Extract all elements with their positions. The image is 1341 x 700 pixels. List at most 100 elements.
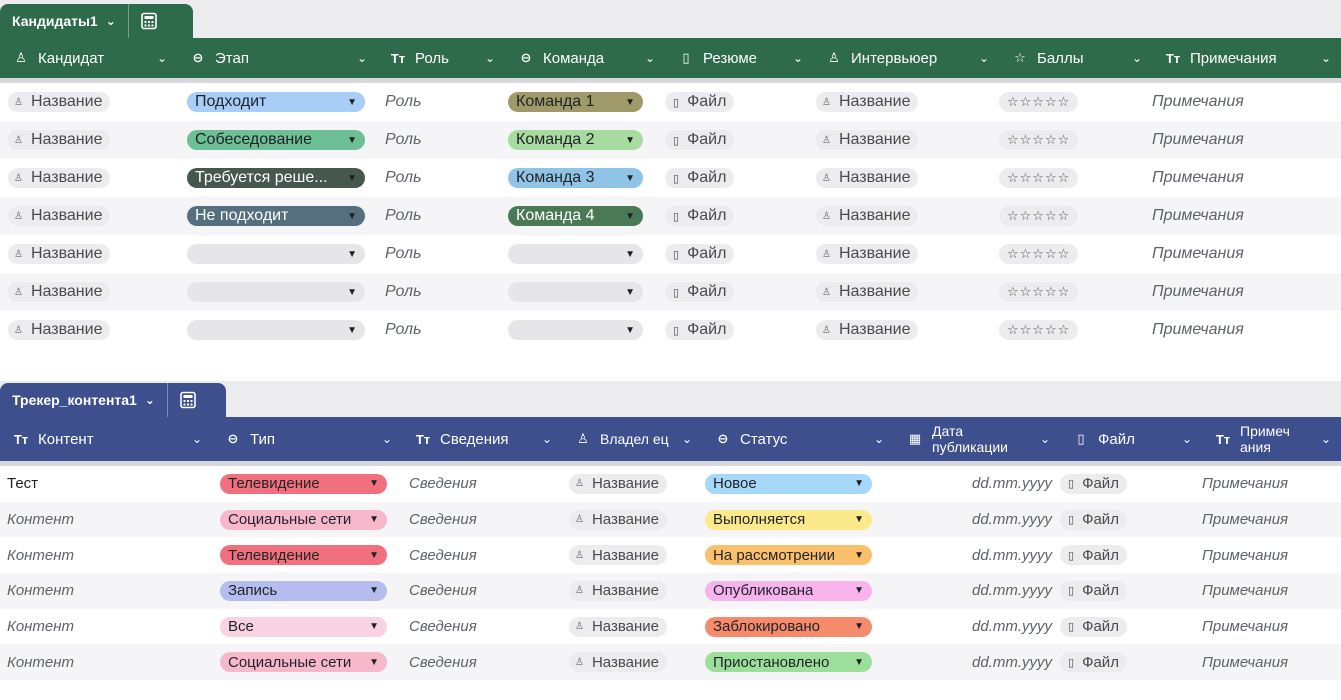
resume-file[interactable]: ▯ Файл xyxy=(665,206,735,226)
table-cell[interactable]: Социальные сети ▼ xyxy=(212,509,402,530)
rating-stars[interactable]: ☆☆☆☆☆ xyxy=(999,130,1079,150)
rating-stars[interactable]: ☆☆☆☆☆ xyxy=(999,168,1079,188)
table-cell[interactable]: ♙ Название xyxy=(562,580,702,601)
table-cell[interactable]: ☆☆☆☆☆ xyxy=(999,168,1152,188)
table-cell[interactable]: Примечания xyxy=(1152,207,1341,225)
table-cell[interactable]: ▯ Файл xyxy=(665,206,813,226)
type-select[interactable]: Запись ▼ xyxy=(220,580,387,601)
table-cell[interactable]: ▼ xyxy=(505,320,665,340)
table-cell[interactable]: ▼ xyxy=(505,244,665,264)
column-header-4[interactable]: ▯ Резюме ⌄ xyxy=(665,38,813,78)
table-cell[interactable]: Контент xyxy=(0,511,212,528)
table-cell[interactable]: Опубликована ▼ xyxy=(702,580,894,601)
resume-file[interactable]: ▯ Файл xyxy=(665,244,735,264)
table-cell[interactable]: Примечания xyxy=(1202,654,1341,671)
table-cell[interactable]: Роль xyxy=(377,131,505,149)
table-cell[interactable]: ▯ Файл xyxy=(665,92,813,112)
chevron-down-icon[interactable]: ⌄ xyxy=(145,393,155,407)
table-cell[interactable]: ▯ Файл xyxy=(1060,509,1202,530)
status-select[interactable]: Опубликована ▼ xyxy=(705,580,872,601)
table-cell[interactable]: Команда 1 ▼ xyxy=(505,92,665,112)
table-cell[interactable]: Сведения xyxy=(402,654,562,671)
status-select[interactable]: На рассмотрении ▼ xyxy=(705,545,872,566)
column-header-2[interactable]: Tт Сведения ⌄ xyxy=(402,417,562,461)
table-cell[interactable]: Роль xyxy=(377,169,505,187)
column-header-0[interactable]: ♙ Кандидат ⌄ xyxy=(0,38,177,78)
owner-pill[interactable]: ♙ Название xyxy=(569,616,667,637)
candidates-tab[interactable]: Кандидаты1 ⌄ xyxy=(0,4,193,38)
chevron-down-icon[interactable]: ⌄ xyxy=(1321,432,1331,446)
table-cell[interactable]: Новое ▼ xyxy=(702,473,894,494)
table-cell[interactable]: Примечания xyxy=(1202,547,1341,564)
candidate-pill[interactable]: ♙ Название xyxy=(8,130,111,150)
team-select[interactable]: Команда 1 ▼ xyxy=(508,92,643,112)
team-select[interactable]: Команда 4 ▼ xyxy=(508,206,643,226)
table-cell[interactable]: ▼ xyxy=(177,320,377,340)
type-select[interactable]: Социальные сети ▼ xyxy=(220,652,387,673)
table-cell[interactable]: ♙ Название xyxy=(562,473,702,494)
column-header-0[interactable]: Tт Контент ⌄ xyxy=(0,417,212,461)
table-cell[interactable]: ☆☆☆☆☆ xyxy=(999,320,1152,340)
table-cell[interactable]: Контент xyxy=(0,654,212,671)
attachment-file[interactable]: ▯ Файл xyxy=(1060,652,1127,673)
team-select[interactable]: ▼ xyxy=(508,244,643,264)
table-cell[interactable]: dd.mm.yyyy xyxy=(894,547,1060,564)
column-header-7[interactable]: Tт Примеч ания ⌄ xyxy=(1202,417,1341,461)
table-cell[interactable]: Роль xyxy=(377,321,505,339)
chevron-down-icon[interactable]: ⌄ xyxy=(192,432,202,446)
rating-stars[interactable]: ☆☆☆☆☆ xyxy=(999,206,1079,226)
resume-file[interactable]: ▯ Файл xyxy=(665,92,735,112)
table-cell[interactable]: ▼ xyxy=(505,282,665,302)
column-header-3[interactable]: ♙ Владел ец ⌄ xyxy=(562,417,702,461)
candidate-pill[interactable]: ♙ Название xyxy=(8,92,111,112)
chevron-down-icon[interactable]: ⌄ xyxy=(485,51,495,65)
type-select[interactable]: Телевидение ▼ xyxy=(220,545,387,566)
table-cell[interactable]: ▯ Файл xyxy=(1060,616,1202,637)
table-cell[interactable]: Запись ▼ xyxy=(212,580,402,601)
table-cell[interactable]: ☆☆☆☆☆ xyxy=(999,206,1152,226)
table-cell[interactable]: Примечания xyxy=(1152,283,1341,301)
chevron-down-icon[interactable]: ⌄ xyxy=(1321,51,1331,65)
table-cell[interactable]: Роль xyxy=(377,207,505,225)
table-cell[interactable]: dd.mm.yyyy xyxy=(894,618,1060,635)
attachment-file[interactable]: ▯ Файл xyxy=(1060,616,1127,637)
table-cell[interactable]: Приостановлено ▼ xyxy=(702,652,894,673)
table-cell[interactable]: Контент xyxy=(0,582,212,599)
table-cell[interactable]: ▯ Файл xyxy=(665,244,813,264)
stage-select[interactable]: Собеседование ▼ xyxy=(187,130,365,150)
column-header-5[interactable]: ▦ Дата публикации ⌄ xyxy=(894,417,1060,461)
table-cell[interactable]: ☆☆☆☆☆ xyxy=(999,130,1152,150)
team-select[interactable]: ▼ xyxy=(508,320,643,340)
team-select[interactable]: ▼ xyxy=(508,282,643,302)
chevron-down-icon[interactable]: ⌄ xyxy=(645,51,655,65)
rating-stars[interactable]: ☆☆☆☆☆ xyxy=(999,282,1079,302)
table-cell[interactable]: ▯ Файл xyxy=(665,168,813,188)
column-header-1[interactable]: ⊖ Тип ⌄ xyxy=(212,417,402,461)
candidate-pill[interactable]: ♙ Название xyxy=(8,320,111,340)
column-header-4[interactable]: ⊖ Статус ⌄ xyxy=(702,417,894,461)
candidate-pill[interactable]: ♙ Название xyxy=(8,168,111,188)
table-cell[interactable]: ☆☆☆☆☆ xyxy=(999,244,1152,264)
table-cell[interactable]: dd.mm.yyyy xyxy=(894,582,1060,599)
owner-pill[interactable]: ♙ Название xyxy=(569,580,667,601)
table-cell[interactable]: ♙ Название xyxy=(0,282,177,302)
owner-pill[interactable]: ♙ Название xyxy=(569,652,667,673)
resume-file[interactable]: ▯ Файл xyxy=(665,282,735,302)
owner-pill[interactable]: ♙ Название xyxy=(569,545,667,566)
table-cell[interactable]: ♙ Название xyxy=(813,206,999,226)
status-select[interactable]: Заблокировано ▼ xyxy=(705,616,872,637)
table-cell[interactable]: ♙ Название xyxy=(0,244,177,264)
table-cell[interactable]: Социальные сети ▼ xyxy=(212,652,402,673)
stage-select[interactable]: ▼ xyxy=(187,320,365,340)
column-header-1[interactable]: ⊖ Этап ⌄ xyxy=(177,38,377,78)
owner-pill[interactable]: ♙ Название xyxy=(569,473,667,494)
rating-stars[interactable]: ☆☆☆☆☆ xyxy=(999,320,1079,340)
candidate-pill[interactable]: ♙ Название xyxy=(8,282,111,302)
column-header-6[interactable]: ☆ Баллы ⌄ xyxy=(999,38,1152,78)
table-cell[interactable]: Примечания xyxy=(1202,618,1341,635)
table-cell[interactable]: Роль xyxy=(377,245,505,263)
owner-pill[interactable]: ♙ Название xyxy=(569,509,667,530)
table-cell[interactable]: ▼ xyxy=(177,244,377,264)
interviewer-pill[interactable]: ♙ Название xyxy=(816,320,919,340)
table-cell[interactable]: Телевидение ▼ xyxy=(212,545,402,566)
